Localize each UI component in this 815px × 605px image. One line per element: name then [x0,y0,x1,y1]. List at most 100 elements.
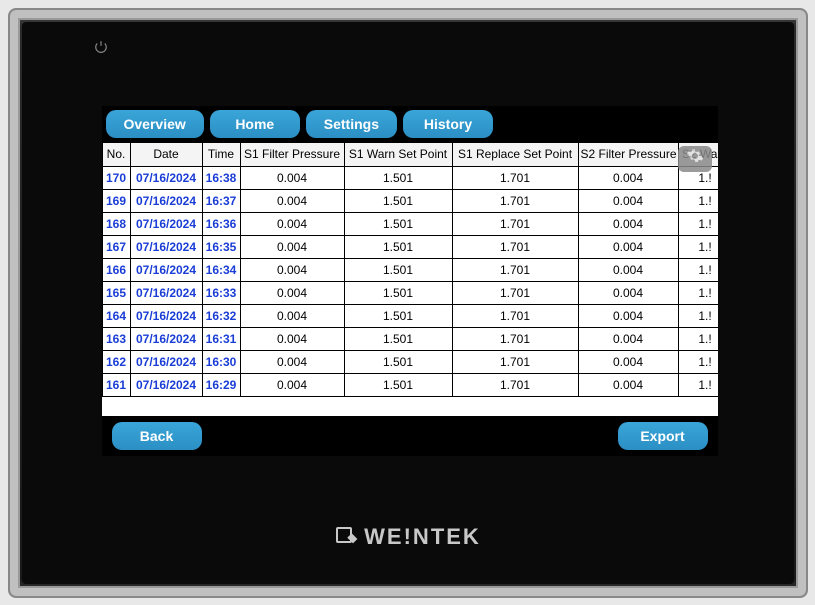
cell-s1rsp: 1.701 [452,235,578,258]
cell-s1rsp: 1.701 [452,304,578,327]
col-time[interactable]: Time [202,142,240,166]
cell-s2w: 1.! [678,304,718,327]
col-no[interactable]: No. [102,142,130,166]
device-frame: Overview Home Settings History No. Date [8,8,808,598]
export-button[interactable]: Export [618,422,708,450]
cell-time: 16:29 [202,373,240,396]
cell-time: 16:32 [202,304,240,327]
back-button[interactable]: Back [112,422,202,450]
col-s1rsp[interactable]: S1 Replace Set Point [452,142,578,166]
home-button[interactable]: Home [210,110,300,138]
cell-date: 07/16/2024 [130,189,202,212]
cell-date: 07/16/2024 [130,350,202,373]
cell-no: 163 [102,327,130,350]
col-s1fp[interactable]: S1 Filter Pressure [240,142,344,166]
table-row[interactable]: 16707/16/202416:350.0041.5011.7010.0041.… [102,235,718,258]
data-table: No. Date Time S1 Filter Pressure S1 Warn… [102,142,718,397]
data-table-wrap[interactable]: No. Date Time S1 Filter Pressure S1 Warn… [102,142,718,416]
table-row[interactable]: 16207/16/202416:300.0041.5011.7010.0041.… [102,350,718,373]
cell-time: 16:38 [202,166,240,189]
table-row[interactable]: 16807/16/202416:360.0041.5011.7010.0041.… [102,212,718,235]
cell-s1wsp: 1.501 [344,235,452,258]
bottom-nav: Back Export [102,416,718,456]
table-row[interactable]: 17007/16/202416:380.0041.5011.7010.0041.… [102,166,718,189]
table-row[interactable]: 16607/16/202416:340.0041.5011.7010.0041.… [102,258,718,281]
cell-s1wsp: 1.501 [344,281,452,304]
cell-time: 16:36 [202,212,240,235]
table-row[interactable]: 16907/16/202416:370.0041.5011.7010.0041.… [102,189,718,212]
cell-s1fp: 0.004 [240,166,344,189]
cell-no: 164 [102,304,130,327]
power-icon[interactable] [94,40,108,54]
cell-no: 170 [102,166,130,189]
cell-time: 16:34 [202,258,240,281]
cell-s1fp: 0.004 [240,373,344,396]
cell-s2w: 1.! [678,350,718,373]
cell-date: 07/16/2024 [130,304,202,327]
col-s2fp[interactable]: S2 Filter Pressure [578,142,678,166]
cell-no: 167 [102,235,130,258]
cell-s1fp: 0.004 [240,258,344,281]
hmi-screen: Overview Home Settings History No. Date [102,106,718,456]
cell-s2w: 1.! [678,281,718,304]
col-date[interactable]: Date [130,142,202,166]
cell-s1wsp: 1.501 [344,350,452,373]
brand-logo: WE!NTEK [22,524,794,550]
cell-time: 16:33 [202,281,240,304]
cell-s1wsp: 1.501 [344,189,452,212]
cell-no: 161 [102,373,130,396]
cell-s2fp: 0.004 [578,258,678,281]
top-nav: Overview Home Settings History [102,106,718,142]
cell-s2fp: 0.004 [578,281,678,304]
cell-s2fp: 0.004 [578,212,678,235]
cell-date: 07/16/2024 [130,327,202,350]
gear-icon [686,147,704,170]
cell-s1fp: 0.004 [240,327,344,350]
cell-s1wsp: 1.501 [344,258,452,281]
table-settings-button[interactable] [678,146,712,172]
cell-s1rsp: 1.701 [452,373,578,396]
cell-date: 07/16/2024 [130,166,202,189]
settings-button[interactable]: Settings [306,110,397,138]
cell-no: 166 [102,258,130,281]
cell-date: 07/16/2024 [130,212,202,235]
cell-s2w: 1.! [678,235,718,258]
cell-time: 16:30 [202,350,240,373]
cell-no: 169 [102,189,130,212]
cell-s2w: 1.! [678,327,718,350]
cell-s2fp: 0.004 [578,373,678,396]
cell-s2fp: 0.004 [578,304,678,327]
table-row[interactable]: 16507/16/202416:330.0041.5011.7010.0041.… [102,281,718,304]
cell-s2w: 1.! [678,258,718,281]
cell-s2w: 1.! [678,212,718,235]
cell-time: 16:35 [202,235,240,258]
cell-s1rsp: 1.701 [452,166,578,189]
cell-s2fp: 0.004 [578,189,678,212]
cell-s1fp: 0.004 [240,350,344,373]
cell-s2fp: 0.004 [578,235,678,258]
cell-date: 07/16/2024 [130,281,202,304]
col-s1wsp[interactable]: S1 Warn Set Point [344,142,452,166]
cell-no: 168 [102,212,130,235]
device-bezel: Overview Home Settings History No. Date [22,22,794,584]
table-header-row: No. Date Time S1 Filter Pressure S1 Warn… [102,142,718,166]
cell-s1rsp: 1.701 [452,327,578,350]
cell-s2w: 1.! [678,189,718,212]
table-row[interactable]: 16407/16/202416:320.0041.5011.7010.0041.… [102,304,718,327]
cell-s1wsp: 1.501 [344,327,452,350]
cell-s2fp: 0.004 [578,350,678,373]
cell-s1fp: 0.004 [240,281,344,304]
history-button[interactable]: History [403,110,493,138]
cell-s1fp: 0.004 [240,235,344,258]
cell-s1fp: 0.004 [240,189,344,212]
cell-s1rsp: 1.701 [452,350,578,373]
overview-button[interactable]: Overview [106,110,204,138]
cell-date: 07/16/2024 [130,235,202,258]
table-row[interactable]: 16107/16/202416:290.0041.5011.7010.0041.… [102,373,718,396]
cell-date: 07/16/2024 [130,258,202,281]
cell-s1rsp: 1.701 [452,258,578,281]
table-row[interactable]: 16307/16/202416:310.0041.5011.7010.0041.… [102,327,718,350]
brand-icon [334,525,358,549]
cell-s2fp: 0.004 [578,166,678,189]
cell-s1rsp: 1.701 [452,212,578,235]
